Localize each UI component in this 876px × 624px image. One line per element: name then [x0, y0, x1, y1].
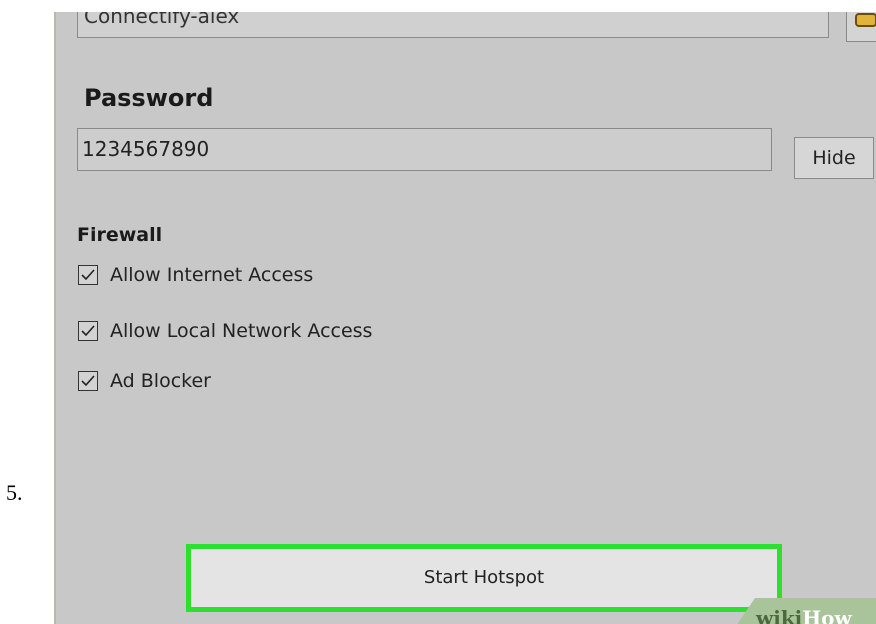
hotspot-settings-panel: Connectify-alex Password 1234567890 Hide… — [54, 12, 876, 624]
step-number: 5. — [6, 480, 23, 505]
edit-icon — [855, 13, 876, 27]
checkmark-icon[interactable] — [78, 265, 98, 285]
password-label: Password — [84, 84, 214, 112]
checkmark-icon[interactable] — [78, 321, 98, 341]
allow-local-network-access-checkbox[interactable]: Allow Local Network Access — [78, 317, 372, 345]
firewall-heading: Firewall — [77, 224, 163, 246]
allow-internet-access-checkbox[interactable]: Allow Internet Access — [78, 261, 313, 289]
watermark-wiki-text: wiki — [756, 606, 803, 624]
ad-blocker-checkbox[interactable]: Ad Blocker — [78, 367, 211, 395]
checkbox-label: Ad Blocker — [110, 370, 211, 392]
checkbox-label: Allow Local Network Access — [110, 320, 373, 342]
hotspot-name-field[interactable]: Connectify-alex — [77, 12, 829, 38]
hotspot-name-edit-button[interactable] — [846, 12, 876, 42]
watermark-how-text: How — [802, 606, 852, 624]
start-hotspot-button[interactable]: Start Hotspot — [186, 544, 782, 612]
checkbox-label: Allow Internet Access — [110, 264, 314, 286]
password-field[interactable]: 1234567890 — [77, 128, 772, 171]
hide-password-button[interactable]: Hide — [794, 137, 874, 179]
checkmark-icon[interactable] — [78, 371, 98, 391]
